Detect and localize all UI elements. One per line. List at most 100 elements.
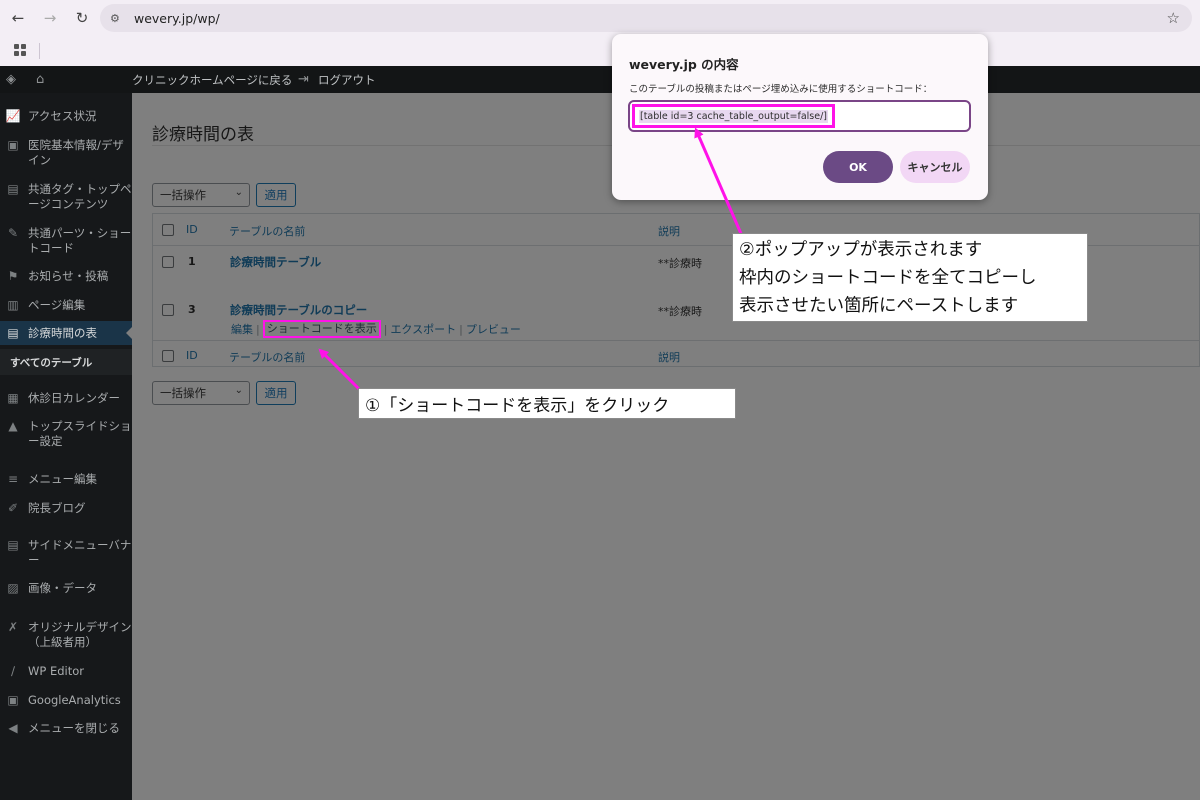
layout-icon: ▤ [7, 182, 19, 196]
bookmark-bar [0, 36, 1200, 66]
admin-sidebar: 📈 アクセス状況 ▣ 医院基本情報/デザイン ▤ 共通タグ・トップページコンテンツ ✎… [0, 93, 132, 800]
sidebar-item-slideshow[interactable]: ▲ トップスライドショー設定 [0, 419, 132, 449]
sidebar-item-side-banner[interactable]: ▤ サイドメニューバナー [0, 538, 132, 568]
forward-icon[interactable]: → [36, 4, 64, 32]
sidebar-item-collapse[interactable]: ◀ メニューを閉じる [0, 721, 132, 736]
sidebar-item-menu-edit[interactable]: ≡ メニュー編集 [0, 472, 132, 487]
media-icon: ▨ [7, 581, 19, 595]
monitor-icon: ▣ [7, 138, 19, 152]
banner-icon: ▤ [7, 538, 19, 552]
browser-toolbar: ← → ↻ ⚙ wevery.jp/wp/ ☆ [0, 0, 1200, 36]
sidebar-item-media[interactable]: ▨ 画像・データ [0, 581, 132, 596]
export-link[interactable]: エクスポート [390, 321, 456, 337]
sidebar-item-common-tags[interactable]: ▤ 共通タグ・トップページコンテンツ [0, 182, 132, 212]
sidebar-item-hours-table[interactable]: ▤ 診療時間の表 [0, 321, 132, 345]
row-description: **診療時間備考 [658, 305, 702, 318]
column-name-footer[interactable]: テーブルの名前 [229, 349, 305, 365]
bulk-action-label: 一括操作 [160, 386, 206, 400]
sidebar-item-page-edit[interactable]: ▥ ページ編集 [0, 298, 132, 313]
column-id-footer[interactable]: ID [186, 349, 198, 362]
select-all-checkbox[interactable] [162, 224, 174, 236]
apply-button-bottom[interactable]: 適用 [256, 381, 296, 405]
address-bar[interactable]: ⚙ wevery.jp/wp/ ☆ [100, 4, 1192, 32]
chart-icon: 📈 [5, 109, 21, 123]
url-text: wevery.jp/wp/ [134, 10, 220, 26]
chevron-down-icon: ⌄ [234, 385, 243, 396]
bookmark-star-icon[interactable]: ☆ [1167, 9, 1180, 27]
column-name[interactable]: テーブルの名前 [229, 223, 305, 239]
preview-link[interactable]: プレビュー [466, 321, 521, 337]
row-name-link[interactable]: 診療時間テーブルのコピー [230, 302, 367, 318]
annotation-step2-line: ②ポップアップが表示されます [739, 240, 983, 260]
sidebar-item-common-parts[interactable]: ✎ 共通パーツ・ショートコード [0, 226, 132, 256]
sidebar-item-original-design[interactable]: ✗ オリジナルデザイン（上級者用） [0, 620, 132, 650]
sidebar-item-clinic-info[interactable]: ▣ 医院基本情報/デザイン [0, 138, 132, 168]
admin-bar: ◈ ⌂ クリニックホームページに戻る ⇥ ログアウト [0, 66, 1200, 93]
shortcode-text[interactable]: [table id=3 cache_table_output=false/] [639, 109, 828, 123]
row-checkbox[interactable] [162, 256, 174, 268]
ok-button[interactable]: OK [823, 151, 893, 183]
menu-icon: ≡ [7, 472, 19, 486]
flag-icon: ⚑ [7, 269, 19, 283]
show-shortcode-link[interactable]: ショートコードを表示 [262, 320, 381, 338]
footer-divider [153, 340, 1200, 341]
annotation-step2-line: 表示させたい箇所にペーストします [739, 296, 1019, 316]
sidebar-item-analytics[interactable]: ▣ GoogleAnalytics [0, 693, 132, 708]
sidebar-item-access[interactable]: 📈 アクセス状況 [0, 109, 132, 124]
row-id: 3 [188, 303, 196, 316]
wp-logo-icon[interactable]: ◈ [6, 72, 16, 87]
logout-link[interactable]: ログアウト [318, 72, 376, 88]
collapse-icon: ◀ [8, 721, 18, 735]
column-id[interactable]: ID [186, 223, 198, 236]
bulk-action-select-bottom[interactable]: 一括操作 ⌄ [152, 381, 250, 405]
row-name-link[interactable]: 診療時間テーブル [230, 254, 321, 270]
sidebar-item-wp-editor[interactable]: ∕ WP Editor [0, 664, 132, 679]
separator: | [459, 322, 463, 336]
column-description[interactable]: 説明 [658, 223, 680, 239]
calendar-icon: ▦ [7, 391, 19, 405]
shortcode-dialog: wevery.jp の内容 このテーブルの投稿またはページ埋め込みに使用するショ… [612, 34, 988, 200]
page-icon: ▥ [7, 298, 19, 312]
tools-icon: ✗ [7, 620, 19, 634]
dialog-message: このテーブルの投稿またはページ埋め込みに使用するショートコード： [629, 84, 933, 95]
annotation-step2: ②ポップアップが表示されます 枠内のショートコードを全てコピーし 表示させたい箇… [732, 233, 1088, 322]
submenu: すべてのテーブル [0, 349, 132, 375]
row-actions: 編集 | ショートコードを表示 | エクスポート | プレビュー [231, 320, 521, 338]
edit-link[interactable]: 編集 [231, 321, 253, 337]
pin-icon: ✎ [7, 226, 19, 240]
analytics-icon: ▣ [7, 693, 19, 707]
logout-icon[interactable]: ⇥ [298, 72, 309, 87]
reload-icon[interactable]: ↻ [68, 4, 96, 32]
row-description: **診療時間備考 [658, 257, 702, 270]
annotation-step1: ①「ショートコードを表示」をクリック [358, 388, 736, 419]
pen-icon: ∕ [10, 664, 16, 678]
bulk-action-select-top[interactable]: 一括操作 ⌄ [152, 183, 250, 207]
select-all-checkbox-bottom[interactable] [162, 350, 174, 362]
shortcode-highlight: [table id=3 cache_table_output=false/] [632, 104, 835, 128]
chevron-down-icon: ⌄ [234, 187, 243, 198]
cancel-button[interactable]: キャンセル [900, 151, 970, 183]
shortcode-field[interactable]: [table id=3 cache_table_output=false/] [628, 100, 971, 132]
column-description-footer[interactable]: 説明 [658, 349, 680, 365]
home-icon[interactable]: ⌂ [36, 72, 44, 87]
site-settings-icon[interactable]: ⚙ [110, 11, 124, 25]
sidebar-item-news[interactable]: ⚑ お知らせ・投稿 [0, 269, 132, 284]
edit-icon: ✐ [7, 501, 19, 515]
dialog-title: wevery.jp の内容 [629, 57, 739, 72]
separator: | [383, 322, 388, 336]
row-id: 1 [188, 255, 196, 268]
table-icon: ▤ [7, 325, 19, 340]
clinic-home-link[interactable]: クリニックホームページに戻る [132, 72, 292, 88]
apply-button-top[interactable]: 適用 [256, 183, 296, 207]
back-icon[interactable]: ← [4, 4, 32, 32]
apps-grid-icon[interactable] [14, 44, 26, 56]
bookmark-divider [39, 43, 40, 59]
sidebar-item-calendar[interactable]: ▦ 休診日カレンダー [0, 391, 132, 406]
row-checkbox[interactable] [162, 304, 174, 316]
submenu-all-tables[interactable]: すべてのテーブル [10, 355, 92, 370]
page-title: 診療時間の表 [152, 125, 254, 145]
bulk-action-label: 一括操作 [160, 188, 206, 202]
annotation-step2-line: 枠内のショートコードを全てコピーし [739, 268, 1037, 288]
slides-icon: ▲ [8, 419, 18, 433]
sidebar-item-blog[interactable]: ✐ 院長ブログ [0, 501, 132, 516]
